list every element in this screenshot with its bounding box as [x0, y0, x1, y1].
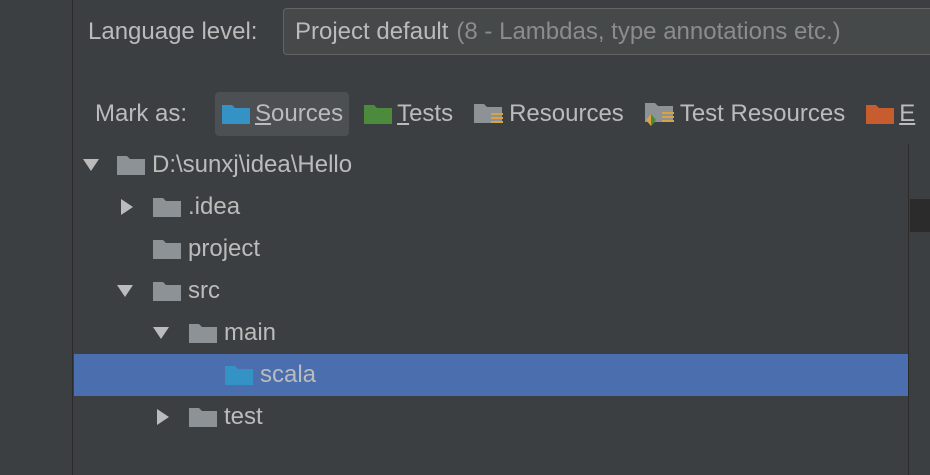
collapsed-arrow-icon[interactable]	[154, 408, 172, 426]
language-level-hint: (8 - Lambdas, type annotations etc.)	[456, 17, 841, 45]
mark-resources-label: Resources	[509, 100, 624, 127]
mark-test-resources-button[interactable]: Test Resources	[638, 92, 851, 136]
tree-row-project[interactable]: project	[74, 228, 908, 270]
mark-tests-label: Tests	[397, 100, 454, 127]
test-resources-folder-icon	[644, 100, 676, 128]
expanded-arrow-icon[interactable]	[116, 282, 134, 300]
expanded-arrow-icon[interactable]	[82, 156, 100, 174]
tree-label-root: D:\sunxj\idea\Hello	[152, 151, 353, 178]
tree-label-project: project	[188, 235, 261, 262]
folder-icon	[116, 153, 146, 177]
folder-icon	[188, 321, 218, 345]
mark-sources-button[interactable]: Sources	[215, 92, 350, 136]
sources-folder-icon	[221, 102, 251, 126]
folder-icon	[188, 405, 218, 429]
mark-excluded-label: E	[899, 100, 916, 127]
left-gutter	[0, 0, 73, 475]
tree-row-root[interactable]: D:\sunxj\idea\Hello	[74, 144, 908, 186]
resources-folder-icon	[473, 101, 505, 127]
mark-excluded-button[interactable]: E	[859, 92, 921, 136]
tests-folder-icon	[363, 102, 393, 126]
mark-tests-button[interactable]: Tests	[357, 92, 459, 136]
tree-label-main: main	[224, 319, 277, 346]
tree-label-test: test	[224, 403, 263, 430]
tree-row-scala[interactable]: scala	[74, 354, 908, 396]
tree-row-idea[interactable]: .idea	[74, 186, 908, 228]
language-level-row: Language level:	[88, 8, 257, 56]
tree-row-src[interactable]: src	[74, 270, 908, 312]
tree-label-src: src	[188, 277, 220, 304]
language-level-label: Language level:	[88, 18, 258, 45]
excluded-folder-icon	[865, 102, 895, 126]
right-pane	[908, 144, 930, 475]
content-root-tree: D:\sunxj\idea\Hello .idea project src ma…	[74, 144, 908, 475]
sources-folder-icon	[224, 363, 254, 387]
mark-test-resources-label: Test Resources	[679, 100, 846, 127]
tree-label-idea: .idea	[188, 193, 241, 220]
folder-icon	[152, 195, 182, 219]
tree-row-main[interactable]: main	[74, 312, 908, 354]
mark-resources-button[interactable]: Resources	[467, 92, 630, 136]
tree-row-test[interactable]: test	[74, 396, 908, 438]
folder-icon	[152, 237, 182, 261]
collapsed-arrow-icon[interactable]	[118, 198, 136, 216]
language-level-dropdown[interactable]: Project default (8 - Lambdas, type annot…	[283, 8, 930, 55]
tree-label-scala: scala	[260, 361, 317, 388]
mark-sources-label: Sources	[255, 100, 344, 127]
mark-as-toolbar: Mark as: Sources Tests Resources Test Re…	[95, 92, 929, 136]
language-level-value: Project default	[295, 17, 449, 45]
right-pane-marker	[910, 199, 930, 232]
expanded-arrow-icon[interactable]	[152, 324, 170, 342]
folder-icon	[152, 279, 182, 303]
mark-as-label: Mark as:	[95, 100, 188, 127]
